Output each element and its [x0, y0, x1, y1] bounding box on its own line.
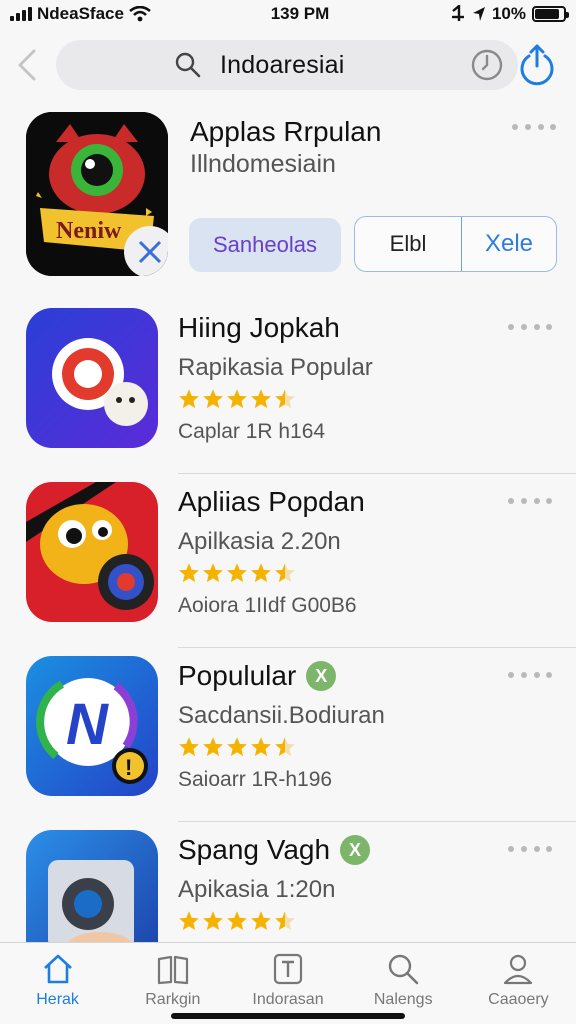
app-icon[interactable]: N ! — [26, 656, 158, 796]
verified-badge-icon: X — [340, 835, 371, 865]
back-chevron-icon[interactable] — [14, 48, 42, 82]
star-icon — [251, 389, 271, 408]
featured-title: Applas Rrpulan — [190, 116, 382, 147]
star-icon — [227, 389, 247, 408]
tile-icon — [273, 953, 303, 985]
star-icon — [179, 389, 199, 408]
clock-time: 139 PM — [270, 4, 330, 23]
star-icon — [251, 737, 271, 756]
more-options-icon[interactable] — [508, 846, 556, 856]
carrier-name: NdeaSface — [37, 4, 124, 23]
star-icon — [203, 911, 223, 930]
search-field[interactable]: Indoaresiai — [56, 40, 518, 90]
svg-text:!: ! — [125, 755, 132, 780]
star-icon — [179, 737, 199, 756]
more-options-icon[interactable] — [512, 124, 560, 134]
featured-subtitle: Illndomesiain — [190, 150, 336, 178]
list-item[interactable]: Hiing Jopkah Rapikasia Popular Caplar 1R… — [0, 300, 576, 474]
tab-label: Caaoery — [488, 991, 549, 1008]
tab-home[interactable]: Herak — [0, 943, 115, 1024]
tab-label: Herak — [36, 991, 79, 1008]
search-icon — [175, 52, 201, 78]
segment-right-button[interactable]: Xele — [461, 217, 556, 271]
app-icon[interactable] — [26, 308, 158, 448]
clock-icon[interactable] — [470, 48, 504, 82]
star-icon — [251, 911, 271, 930]
tab-bar: Herak Rarkgin Indorasan Nalengs Caaoery — [0, 942, 576, 1024]
wifi-icon — [129, 6, 151, 22]
tab-search[interactable]: Nalengs — [346, 943, 461, 1024]
star-icon — [179, 563, 199, 582]
app-meta: Saioarr 1R-h196 — [178, 768, 333, 791]
battery-icon — [532, 6, 569, 22]
featured-app-icon[interactable]: Neniw — [26, 112, 168, 276]
star-rating — [178, 388, 296, 410]
segment-left-button[interactable]: Elbl — [355, 217, 461, 271]
home-indicator — [171, 1013, 405, 1019]
more-options-icon[interactable] — [508, 498, 556, 508]
search-query[interactable]: Indoaresiai — [220, 51, 470, 80]
app-title: Populular X — [178, 660, 337, 692]
list-item[interactable]: Apliias Popdan Apilkasia 2.20n Aoiora 1I… — [0, 474, 576, 648]
star-icon — [179, 911, 199, 930]
svg-text:Neniw: Neniw — [56, 218, 122, 244]
app-meta: Caplar 1R h164 — [178, 420, 326, 443]
location-icon — [472, 7, 485, 21]
tab-indonesian[interactable]: Indorasan — [230, 943, 345, 1024]
search-icon — [389, 954, 419, 985]
star-icon — [275, 737, 295, 756]
app-subtitle: Apilkasia 2.20n — [178, 528, 341, 555]
tab-account[interactable]: Caaoery — [461, 943, 576, 1024]
more-options-icon[interactable] — [508, 324, 556, 334]
star-rating — [178, 910, 296, 932]
app-icon[interactable] — [26, 482, 158, 622]
alarm-icon — [451, 5, 464, 21]
app-title: Apliias Popdan — [178, 486, 365, 517]
app-title: Spang Vagh X — [178, 834, 371, 866]
home-icon — [43, 954, 72, 984]
verified-badge-icon: X — [306, 661, 337, 691]
person-icon — [504, 954, 533, 985]
app-subtitle: Apikasia 1:20n — [178, 876, 336, 903]
star-rating — [178, 736, 296, 758]
app-subtitle: Sacdansii.Bodiuran — [178, 702, 385, 729]
star-icon — [203, 563, 223, 582]
tab-label: Nalengs — [373, 991, 433, 1008]
star-icon — [227, 911, 247, 930]
svg-text:N: N — [66, 692, 109, 757]
tab-ranking[interactable]: Rarkgin — [115, 943, 230, 1024]
tab-label: Rarkgin — [145, 991, 201, 1008]
share-icon[interactable] — [517, 42, 557, 86]
star-icon — [203, 737, 223, 756]
more-options-icon[interactable] — [508, 672, 556, 682]
list-item[interactable]: N ! Populular X Sacdansii.Bodiuran Saioa… — [0, 648, 576, 822]
star-icon — [227, 563, 247, 582]
star-icon — [251, 563, 271, 582]
star-icon — [227, 737, 247, 756]
star-icon — [275, 563, 295, 582]
star-rating — [178, 562, 296, 584]
app-title: Hiing Jopkah — [178, 312, 340, 343]
star-icon — [275, 911, 295, 930]
app-meta: Aoiora 1IIdf G00B6 — [178, 594, 357, 617]
featured-chip-button[interactable]: Sanheolas — [189, 218, 341, 272]
status-bar: NdeaSface 139 PM 10% — [0, 0, 576, 28]
app-subtitle: Rapikasia Popular — [178, 354, 373, 381]
tab-label: Indorasan — [252, 991, 324, 1008]
star-icon — [203, 389, 223, 408]
search-header: Indoaresiai — [0, 36, 576, 94]
app-list: Hiing Jopkah Rapikasia Popular Caplar 1R… — [0, 300, 576, 996]
segment-control[interactable]: Elbl Xele — [354, 216, 557, 272]
battery-percent: 10% — [491, 4, 526, 23]
featured-app[interactable]: Neniw Applas Rrpulan Illndomesiain Sanhe… — [0, 108, 576, 283]
book-icon — [157, 955, 188, 985]
signal-icon — [10, 7, 32, 21]
star-icon — [275, 389, 295, 408]
